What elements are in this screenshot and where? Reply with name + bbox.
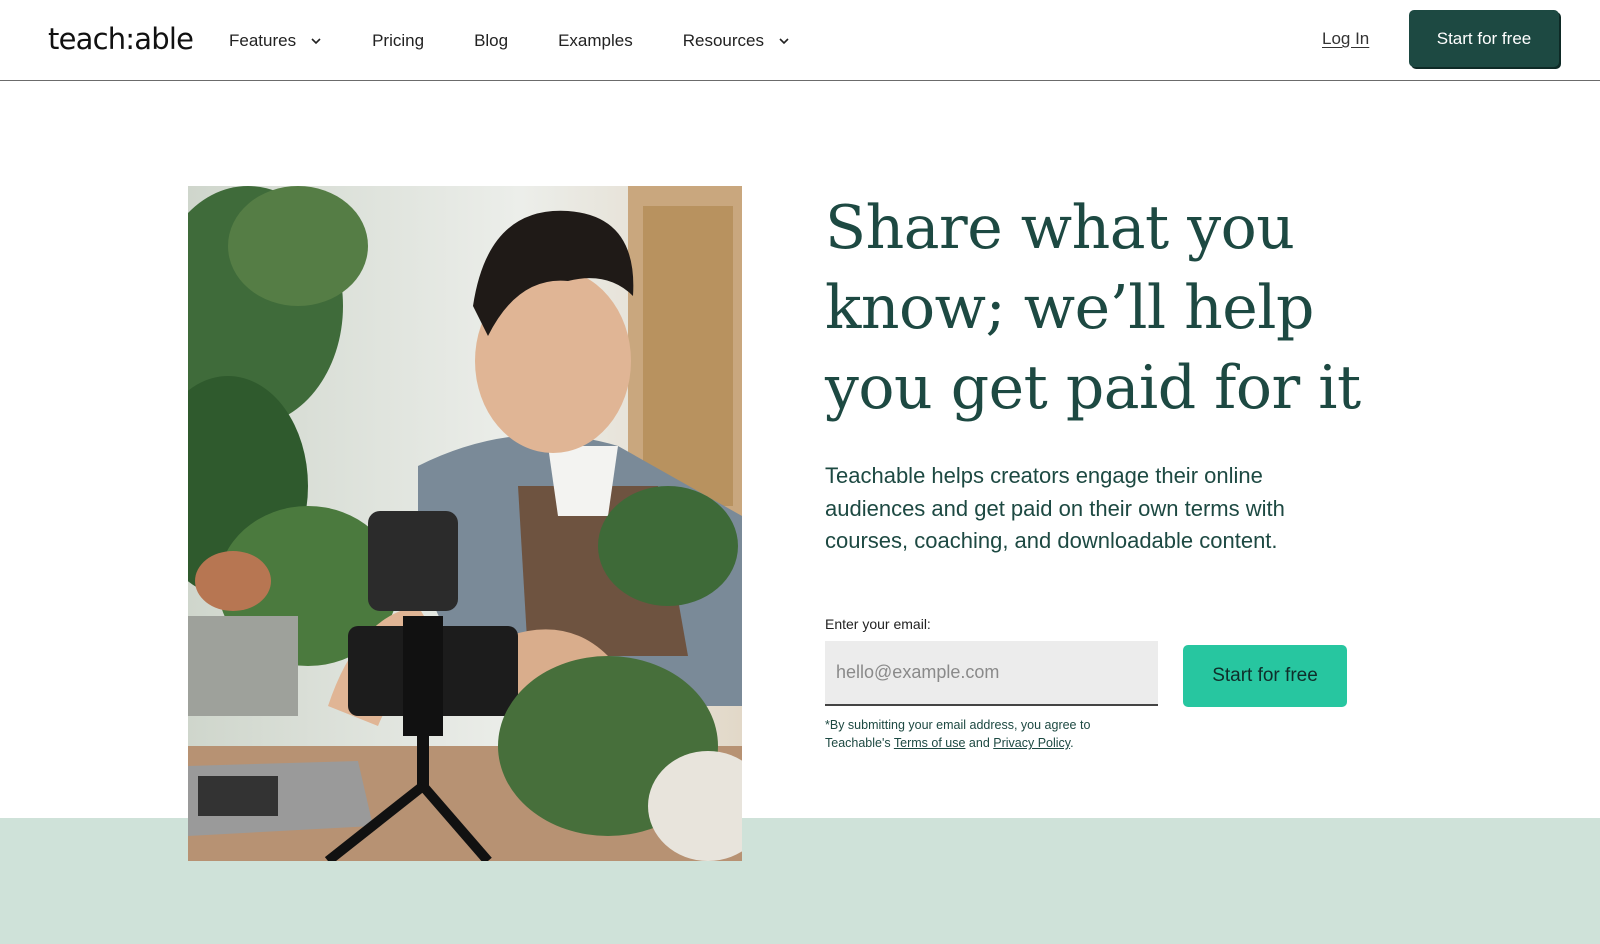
nav-label: Features (229, 30, 297, 50)
nav-label: Pricing (372, 30, 425, 50)
start-for-free-button[interactable]: Start for free (1183, 645, 1347, 707)
nav-item-features[interactable]: Features (229, 31, 322, 51)
terms-of-use-link[interactable]: Terms of use (894, 736, 966, 750)
chevron-down-icon (310, 35, 322, 47)
hero-photo (188, 186, 742, 861)
start-for-free-header-button[interactable]: Start for free (1409, 10, 1559, 67)
email-input[interactable] (825, 641, 1158, 706)
creator-filming-plants-illustration (188, 186, 742, 861)
nav-item-resources[interactable]: Resources (683, 31, 790, 51)
email-label: Enter your email: (825, 616, 931, 632)
nav-item-examples[interactable]: Examples (558, 31, 633, 51)
chevron-down-icon (778, 35, 790, 47)
teachable-logo[interactable]: teach:able (48, 22, 194, 56)
hero-headline: Share what you know; we’ll help you get … (825, 193, 1361, 423)
nav-label: Blog (474, 30, 509, 50)
privacy-policy-link[interactable]: Privacy Policy (993, 736, 1070, 750)
email-disclaimer: *By submitting your email address, you a… (825, 716, 1145, 752)
nav-item-blog[interactable]: Blog (474, 31, 508, 51)
disclaimer-suffix: . (1070, 736, 1074, 750)
nav-label: Examples (558, 30, 633, 50)
login-link[interactable]: Log In (1322, 29, 1369, 49)
main-nav: Features Pricing Blog Examples Resources (229, 0, 840, 81)
site-header: teach:able Features Pricing Blog Example… (0, 0, 1600, 81)
disclaimer-and: and (965, 736, 994, 750)
nav-label: Resources (682, 30, 764, 50)
nav-item-pricing[interactable]: Pricing (372, 31, 424, 51)
hero-subtext: Teachable helps creators engage their on… (825, 463, 1285, 553)
